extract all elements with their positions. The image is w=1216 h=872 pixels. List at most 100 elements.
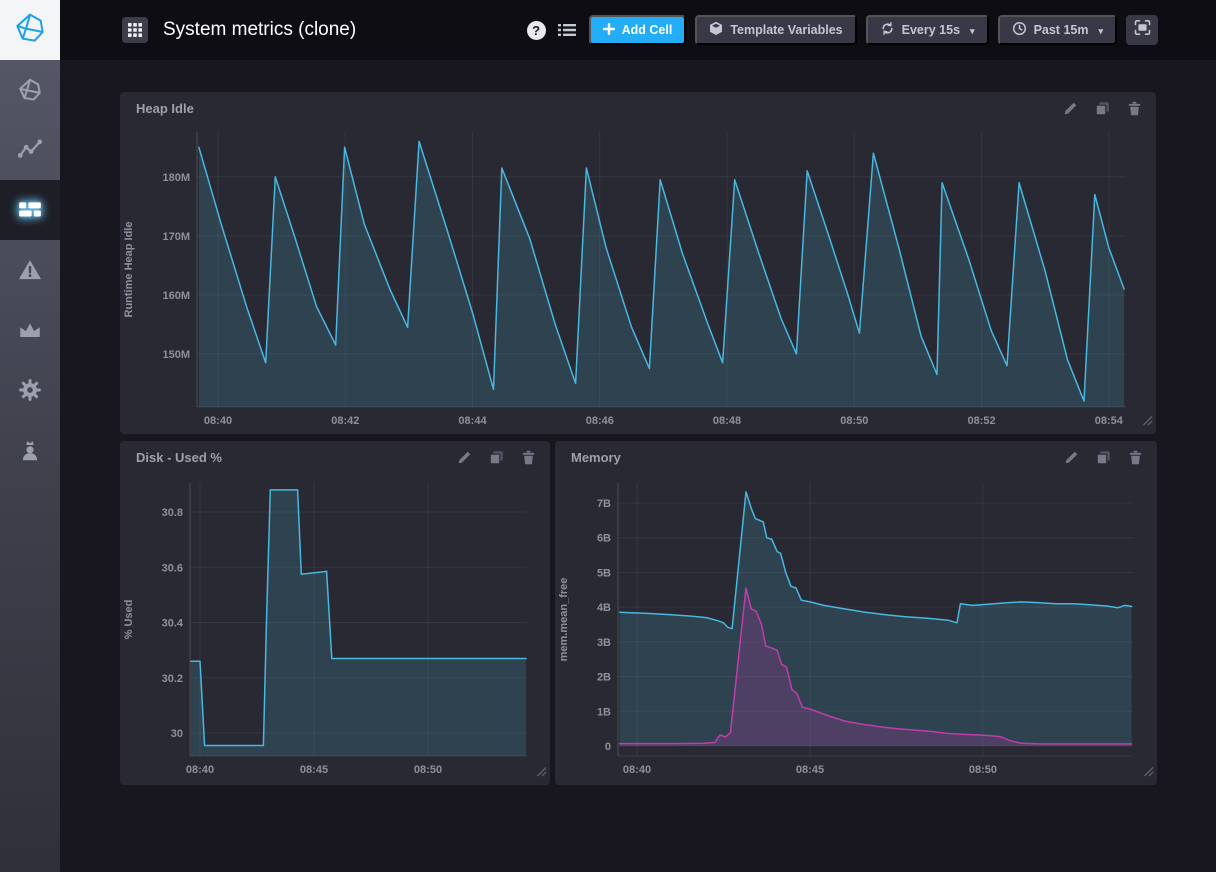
svg-text:150M: 150M xyxy=(162,349,190,361)
edit-cell-icon[interactable] xyxy=(1064,450,1079,465)
app-window: System metrics (clone) ? Add Cell xyxy=(0,0,1216,872)
svg-text:4B: 4B xyxy=(597,602,611,614)
panel-disk-used: Disk - Used % 30 30.2 30.4 30.6 30.8 08:40 08:… xyxy=(120,441,550,785)
svg-text:08:46: 08:46 xyxy=(586,415,614,427)
add-cell-button[interactable]: Add Cell xyxy=(589,15,687,45)
legend-toggle-icon[interactable] xyxy=(558,22,576,38)
svg-text:Runtime Heap Idle: Runtime Heap Idle xyxy=(123,222,135,318)
hosts-cubo-icon xyxy=(17,77,43,103)
svg-text:180M: 180M xyxy=(162,172,190,184)
panel-actions xyxy=(457,450,536,465)
gear-icon xyxy=(17,377,43,403)
duplicate-cell-icon[interactable] xyxy=(1095,101,1110,116)
panel-title[interactable]: Memory xyxy=(571,450,621,465)
chronograf-logo-icon xyxy=(14,12,46,49)
edit-cell-icon[interactable] xyxy=(457,450,472,465)
svg-text:08:50: 08:50 xyxy=(414,764,442,776)
delete-cell-icon[interactable] xyxy=(521,450,536,465)
fullscreen-icon xyxy=(1134,19,1151,41)
heap-idle-chart[interactable]: 150M 160M 170M 180M 08:40 08:42 08:44 08:46 08:4… xyxy=(120,124,1156,434)
panel-header: Heap Idle xyxy=(120,92,1156,124)
template-variables-label: Template Variables xyxy=(730,23,842,37)
sidebar-item-admin[interactable] xyxy=(0,300,60,360)
svg-text:08:52: 08:52 xyxy=(968,415,996,427)
refresh-icon xyxy=(880,21,895,39)
main-area: System metrics (clone) ? Add Cell xyxy=(60,0,1216,872)
disk-used-chart[interactable]: 3030.230.430.630.808:4008:4508:50% Used xyxy=(120,473,550,785)
crown-icon xyxy=(17,317,43,343)
topbar-left: System metrics (clone) xyxy=(122,6,356,53)
add-cell-label: Add Cell xyxy=(622,23,673,37)
svg-text:08:40: 08:40 xyxy=(204,415,232,427)
alert-triangle-icon xyxy=(17,257,43,283)
sidebar xyxy=(0,0,60,872)
panel-title[interactable]: Heap Idle xyxy=(136,101,194,116)
dashboards-grid-icon xyxy=(17,197,43,223)
svg-text:0: 0 xyxy=(605,741,611,753)
panel-header: Disk - Used % xyxy=(120,441,550,473)
svg-text:2B: 2B xyxy=(597,672,611,684)
sidebar-item-alerts[interactable] xyxy=(0,240,60,300)
dashboard-title[interactable]: System metrics (clone) xyxy=(163,19,356,41)
svg-text:08:48: 08:48 xyxy=(713,415,741,427)
panel-memory: Memory 01B2B3B4B5B6B7B08:4008:4508:50mem… xyxy=(555,441,1157,785)
svg-text:6B: 6B xyxy=(597,533,611,545)
svg-text:mem.mean_free: mem.mean_free xyxy=(558,578,570,662)
duplicate-cell-icon[interactable] xyxy=(1096,450,1111,465)
svg-text:08:40: 08:40 xyxy=(623,764,651,776)
app-logo[interactable] xyxy=(0,0,60,60)
dashboard-grid-icon[interactable] xyxy=(122,17,148,43)
chevron-down-icon: ▾ xyxy=(970,26,975,37)
svg-text:30: 30 xyxy=(171,728,183,740)
panel-title[interactable]: Disk - Used % xyxy=(136,450,222,465)
autorefresh-dropdown[interactable]: Every 15s ▾ xyxy=(866,15,989,45)
svg-text:30.8: 30.8 xyxy=(162,507,183,519)
svg-text:08:50: 08:50 xyxy=(840,415,868,427)
panel-actions xyxy=(1064,450,1143,465)
svg-text:5B: 5B xyxy=(597,567,611,579)
sidebar-item-configuration[interactable] xyxy=(0,360,60,420)
svg-text:30.4: 30.4 xyxy=(162,618,184,630)
panel-body: 3030.230.430.630.808:4008:4508:50% Used xyxy=(120,473,550,790)
help-icon[interactable]: ? xyxy=(527,21,546,40)
autorefresh-label: Every 15s xyxy=(902,23,960,37)
panel-heap-idle: Heap Idle 150M 160M 170M 180M 08:40 08:42 08:4… xyxy=(120,92,1156,434)
panel-resize-handle[interactable] xyxy=(1143,764,1154,782)
svg-text:08:42: 08:42 xyxy=(331,415,359,427)
svg-text:08:40: 08:40 xyxy=(186,764,214,776)
panel-body: 01B2B3B4B5B6B7B08:4008:4508:50mem.mean_f… xyxy=(555,473,1157,790)
duplicate-cell-icon[interactable] xyxy=(489,450,504,465)
user-crown-icon xyxy=(17,437,43,463)
svg-text:170M: 170M xyxy=(162,231,190,243)
time-range-dropdown[interactable]: Past 15m ▾ xyxy=(998,15,1117,45)
topbar: System metrics (clone) ? Add Cell xyxy=(60,0,1216,60)
svg-text:% Used: % Used xyxy=(123,600,135,640)
sidebar-item-user-admin[interactable] xyxy=(0,420,60,480)
panel-resize-handle[interactable] xyxy=(536,764,547,782)
sidebar-item-data-explorer[interactable] xyxy=(0,120,60,180)
delete-cell-icon[interactable] xyxy=(1128,450,1143,465)
chevron-down-icon: ▾ xyxy=(1098,26,1103,37)
delete-cell-icon[interactable] xyxy=(1127,101,1142,116)
sidebar-item-dashboards[interactable] xyxy=(0,180,60,240)
svg-text:30.6: 30.6 xyxy=(162,562,183,574)
svg-text:160M: 160M xyxy=(162,290,190,302)
svg-text:08:45: 08:45 xyxy=(796,764,824,776)
template-variables-button[interactable]: Template Variables xyxy=(695,15,856,45)
edit-cell-icon[interactable] xyxy=(1063,101,1078,116)
panel-body: 150M 160M 170M 180M 08:40 08:42 08:44 08:46 08:4… xyxy=(120,124,1156,439)
panel-actions xyxy=(1063,101,1142,116)
panel-header: Memory xyxy=(555,441,1157,473)
svg-text:08:54: 08:54 xyxy=(1095,415,1124,427)
svg-text:1B: 1B xyxy=(597,706,611,718)
dashboard-canvas: Heap Idle 150M 160M 170M 180M 08:40 08:42 08:4… xyxy=(60,60,1216,872)
svg-text:3B: 3B xyxy=(597,637,611,649)
svg-text:30.2: 30.2 xyxy=(162,673,183,685)
svg-text:08:50: 08:50 xyxy=(969,764,997,776)
svg-text:08:44: 08:44 xyxy=(458,415,487,427)
plus-icon xyxy=(603,23,615,38)
presentation-mode-button[interactable] xyxy=(1126,15,1158,45)
panel-resize-handle[interactable] xyxy=(1142,413,1153,431)
sidebar-item-hosts[interactable] xyxy=(0,60,60,120)
memory-chart[interactable]: 01B2B3B4B5B6B7B08:4008:4508:50mem.mean_f… xyxy=(555,473,1157,785)
